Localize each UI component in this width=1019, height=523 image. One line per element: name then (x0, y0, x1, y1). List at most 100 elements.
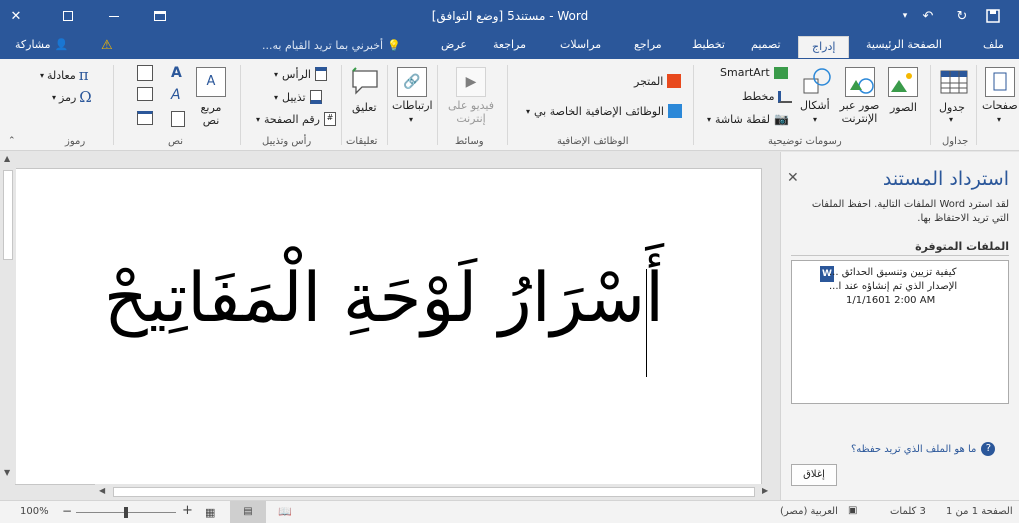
omega-icon: Ω (79, 88, 92, 106)
pages-label[interactable]: صفحات (982, 99, 1018, 112)
tab-layout[interactable]: تخطيط (692, 38, 725, 51)
comment-label[interactable]: تعليق (352, 101, 377, 114)
collapse-ribbon-icon[interactable]: ⌃ (8, 136, 16, 146)
recovered-file-item[interactable]: W كيفية تزيين وتنسيق الحدائق ... الإصدار… (796, 265, 1004, 313)
tab-view[interactable]: عرض (441, 38, 467, 51)
pictures-icon[interactable] (888, 67, 918, 97)
zoom-in-icon[interactable]: + (182, 503, 193, 518)
tab-references[interactable]: مراجع (634, 38, 662, 51)
tab-home[interactable]: الصفحة الرئيسية (866, 38, 942, 51)
symbol-button[interactable]: ▾ رمز Ω (52, 88, 92, 106)
title-bar: ✕ مستند5 [وضع التوافق] - Word ▾ ↶ ↻ (0, 0, 1019, 33)
zoom-percentage[interactable]: 100% (20, 506, 49, 517)
save-icon[interactable] (983, 6, 1003, 26)
header-button[interactable]: ▾ الرأس (274, 67, 327, 81)
date-time-icon[interactable] (137, 111, 153, 125)
tab-review[interactable]: مراجعة (493, 38, 526, 51)
horizontal-scrollbar[interactable]: ◀ ▶ (95, 484, 775, 500)
table-label[interactable]: جدول (939, 101, 965, 114)
quick-parts-icon[interactable] (137, 65, 153, 81)
tab-design[interactable]: تصميم (751, 38, 781, 51)
comment-icon[interactable] (350, 67, 380, 97)
read-mode-icon[interactable]: 📖 (278, 505, 292, 518)
links-icon[interactable]: 🔗 (397, 67, 427, 97)
scroll-down-icon[interactable]: ▼ (4, 468, 10, 477)
text-box-icon[interactable]: A (196, 67, 226, 97)
shapes-icon[interactable] (802, 67, 832, 97)
scroll-thumb[interactable] (3, 170, 13, 260)
footer-icon (309, 90, 322, 104)
equation-button[interactable]: ▾ معادلة π (40, 66, 89, 84)
proofing-icon[interactable]: ▣ (848, 505, 857, 516)
document-page[interactable]: أَسْرَارُ لَوْحَةِ الْمَفَاتِيحْ (16, 169, 761, 484)
shapes-label[interactable]: أشكال (800, 99, 830, 112)
page-count[interactable]: الصفحة 1 من 1 (946, 506, 1013, 517)
chart-icon (778, 90, 793, 103)
web-layout-icon[interactable]: ▦ (205, 506, 215, 519)
tab-file[interactable]: ملف (983, 38, 1004, 51)
text-box-label[interactable]: مربع نص (196, 101, 226, 127)
zoom-slider-thumb[interactable] (124, 507, 128, 518)
my-addins-button[interactable]: ▾ الوظائف الإضافية الخاصة بي (526, 104, 682, 118)
text-cursor (646, 269, 647, 377)
close-button[interactable]: إغلاق (791, 464, 837, 486)
word-count[interactable]: 3 كلمات (890, 506, 926, 517)
tell-me-input[interactable]: 💡 أخبرني بما تريد القيام به... (262, 39, 401, 52)
file-version: الإصدار الذي تم إنشاؤه عند آ... (829, 281, 958, 292)
help-link[interactable]: ? ما هو الملف الذي تريد حفظه؟ (851, 442, 996, 456)
scroll-right-icon[interactable]: ▶ (762, 486, 768, 495)
scroll-left-icon[interactable]: ◀ (99, 486, 105, 495)
footer-button[interactable]: ▾ تذييل (274, 90, 322, 104)
group-text-label: نص (168, 136, 184, 147)
online-video-label[interactable]: فيديو على إنترنت (441, 99, 501, 125)
wordart-icon[interactable]: A (171, 65, 182, 81)
pictures-label[interactable]: الصور (890, 101, 917, 114)
tab-mailings[interactable]: مراسلات (560, 38, 601, 51)
store-button[interactable]: المتجر (634, 74, 682, 88)
links-label[interactable]: ارتباطات (392, 99, 433, 112)
table-icon[interactable] (939, 67, 969, 97)
object-icon[interactable] (171, 111, 185, 127)
share-button[interactable]: مشاركة 👤 (15, 38, 68, 51)
redo-icon[interactable]: ↻ (952, 6, 972, 26)
page-number-button[interactable]: ▾ رقم الصفحة # (256, 112, 336, 126)
customize-qat-icon[interactable]: ▾ (895, 6, 915, 26)
help-icon: ? (981, 442, 996, 456)
warning-icon[interactable]: ⚠ (101, 38, 113, 53)
zoom-slider[interactable] (76, 507, 176, 518)
close-icon[interactable]: ✕ (6, 6, 26, 26)
group-comments-label: تعليقات (346, 136, 378, 147)
drop-cap-icon[interactable]: A (171, 87, 181, 103)
undo-icon[interactable]: ↶ (918, 6, 938, 26)
signature-line-icon[interactable] (137, 87, 153, 101)
ribbon-display-options-icon[interactable] (150, 6, 170, 26)
group-tables-label: جداول (942, 136, 969, 147)
zoom-out-icon[interactable]: − (62, 504, 72, 518)
vertical-scrollbar[interactable]: ▲ ▼ (0, 152, 16, 484)
maximize-icon[interactable] (58, 6, 78, 26)
horizontal-scroll-thumb[interactable] (113, 487, 755, 497)
ribbon: ▾ معادلة π ▾ رمز Ω رموز ⌃ A A A مربع نص … (0, 59, 1019, 151)
document-text[interactable]: أَسْرَارُ لَوْحَةِ الْمَفَاتِيحْ (44, 259, 664, 338)
pane-title: استرداد المستند (882, 168, 1009, 190)
pages-icon[interactable] (985, 67, 1015, 97)
smartart-button[interactable]: SmartArt (720, 66, 788, 79)
pane-close-icon[interactable]: ✕ (787, 170, 799, 186)
lightbulb-icon: 💡 (387, 39, 401, 52)
online-pictures-icon[interactable] (845, 67, 875, 97)
print-layout-icon[interactable]: ▤ (230, 501, 266, 523)
scroll-up-icon[interactable]: ▲ (4, 154, 10, 163)
tab-insert[interactable]: إدراج (798, 36, 850, 58)
online-video-icon[interactable]: ▶ (456, 67, 486, 97)
ribbon-tabs: مشاركة 👤 ⚠ 💡 أخبرني بما تريد القيام به..… (0, 33, 1019, 59)
group-header-footer-label: رأس وتذييل (262, 136, 312, 147)
screenshot-button[interactable]: ▾ لقطة شاشة 📷 (707, 112, 789, 126)
store-icon (667, 74, 682, 88)
group-symbols-label: رموز (65, 136, 86, 147)
online-pictures-label[interactable]: صور عبر الإنترنت (837, 99, 882, 125)
chart-button[interactable]: مخطط (742, 90, 793, 103)
page-number-icon: # (323, 112, 336, 126)
minimize-icon[interactable] (104, 6, 124, 26)
language-status[interactable]: العربية (مصر) (780, 506, 838, 517)
smartart-icon (773, 66, 788, 79)
